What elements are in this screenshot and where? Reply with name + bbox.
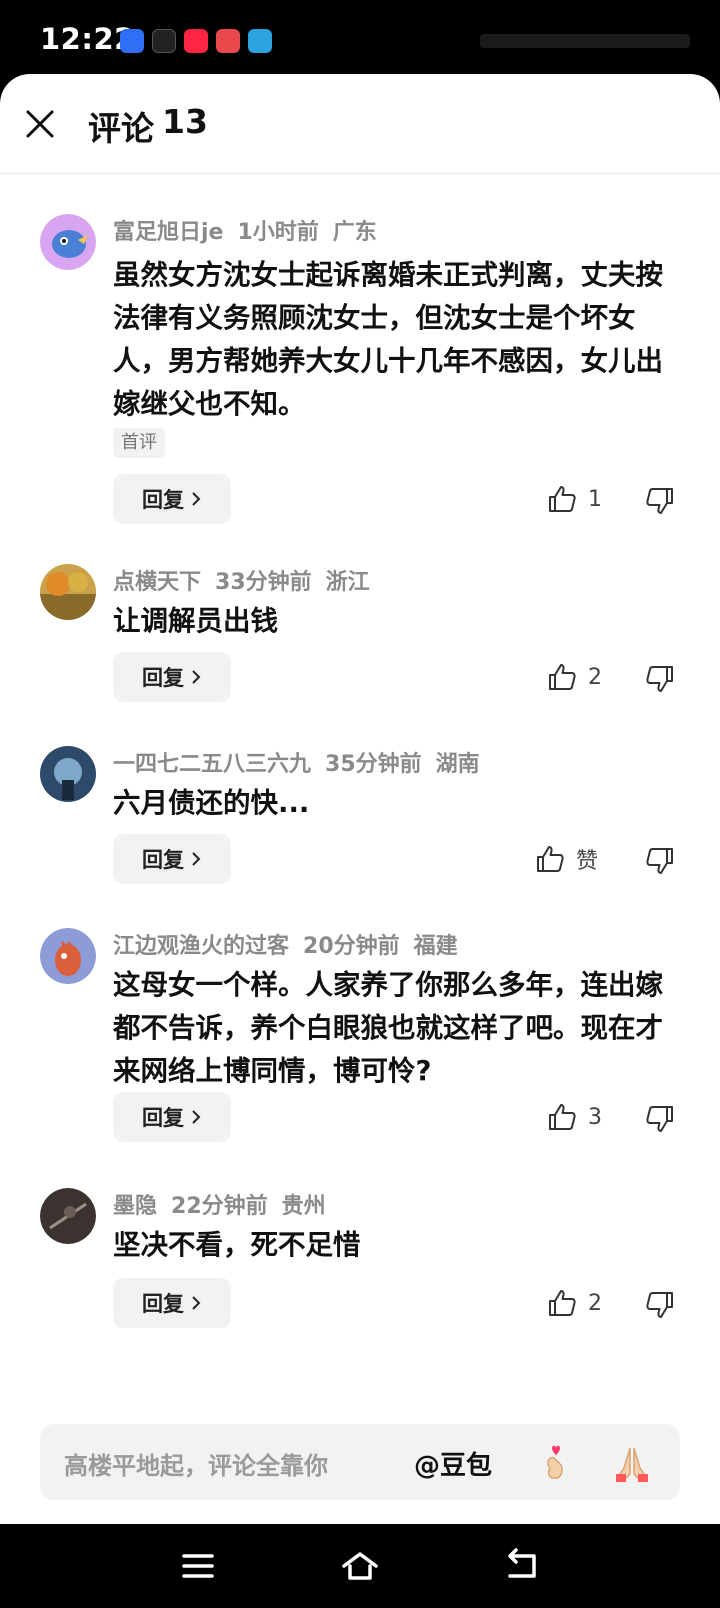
comment-username[interactable]: 江边观渔火的过客	[113, 934, 289, 959]
comment-location: 湖南	[435, 752, 480, 777]
comment-meta: 点横天下 33分钟前 浙江	[113, 564, 384, 596]
comment-time: 33分钟前	[215, 570, 312, 595]
praying-hands-emoji-icon[interactable]	[610, 1442, 654, 1484]
avatar[interactable]	[40, 214, 96, 270]
status-indicators	[480, 34, 690, 48]
reply-button[interactable]: 回复	[113, 1092, 231, 1142]
thumbs-up-icon	[549, 1290, 576, 1316]
system-nav-bar	[0, 1524, 720, 1608]
reply-button[interactable]: 回复	[113, 1278, 231, 1328]
thumbs-down-icon	[646, 666, 673, 692]
like-button[interactable]: 3	[546, 1101, 602, 1133]
comment-text: 虽然女方沈女士起诉离婚未正式判离，丈夫按法律有义务照顾沈女士，但沈女士是个坏女人…	[113, 259, 663, 420]
comment-username[interactable]: 一四七二五八三六九	[113, 752, 311, 777]
chevron-right-icon	[192, 492, 201, 506]
home-icon[interactable]	[340, 1548, 380, 1584]
mention-doubao-button[interactable]: @豆包	[414, 1445, 492, 1482]
like-count: 2	[588, 664, 602, 690]
thumbs-down-icon	[646, 1292, 673, 1318]
chevron-right-icon	[192, 852, 201, 866]
avatar[interactable]	[40, 928, 96, 984]
baidu-app-icon	[120, 29, 144, 53]
comment-username[interactable]: 富足旭日je	[113, 220, 223, 245]
comment-text: 这母女一个样。人家养了你那么多年，连出嫁都不告诉，养个白眼狼也就这样了吧。现在才…	[113, 969, 663, 1087]
comment-location: 浙江	[325, 570, 370, 595]
xiaohongshu-app-icon	[184, 29, 208, 53]
reply-button[interactable]: 回复	[113, 474, 231, 524]
dislike-button[interactable]	[644, 663, 676, 695]
comment-location: 广东	[332, 220, 377, 245]
page-title: 评论 13	[88, 102, 208, 150]
reply-label: 回复	[142, 848, 184, 872]
status-app-icons	[120, 29, 272, 53]
comment-meta: 墨隐 22分钟前 贵州	[113, 1188, 340, 1220]
status-bar: 12:22	[0, 0, 720, 84]
reply-label: 回复	[142, 1292, 184, 1316]
reply-label: 回复	[142, 488, 184, 512]
dislike-button[interactable]	[644, 845, 676, 877]
like-button[interactable]: 2	[546, 1287, 602, 1319]
comment-meta: 江边观渔火的过客 20分钟前 福建	[113, 928, 472, 960]
comment-time: 1小时前	[237, 220, 319, 245]
dislike-button[interactable]	[644, 485, 676, 517]
comment-location: 福建	[413, 934, 458, 959]
comment-input-placeholder: 高楼平地起，评论全靠你	[64, 1452, 328, 1480]
reply-button[interactable]: 回复	[113, 652, 231, 702]
close-icon[interactable]	[22, 106, 58, 142]
chevron-right-icon	[192, 1296, 201, 1310]
dislike-button[interactable]	[644, 1103, 676, 1135]
avatar[interactable]	[40, 1188, 96, 1244]
reply-label: 回复	[142, 666, 184, 690]
comment-input[interactable]: 高楼平地起，评论全靠你 @豆包	[40, 1424, 680, 1500]
thumbs-down-icon	[646, 488, 673, 514]
like-button[interactable]: 2	[546, 661, 602, 693]
page-title-label: 评论	[88, 109, 154, 148]
comment-text: 坚决不看，死不足惜	[113, 1229, 361, 1261]
comment-username[interactable]: 点横天下	[113, 570, 201, 595]
thumbs-up-icon	[549, 1104, 576, 1130]
like-button[interactable]: 赞	[534, 843, 598, 875]
telegram-app-icon	[248, 29, 272, 53]
comment-location: 贵州	[281, 1194, 326, 1219]
comment-time: 22分钟前	[171, 1194, 268, 1219]
comment-text: 让调解员出钱	[113, 605, 278, 637]
comment-list[interactable]: 富足旭日je 1小时前 广东 虽然女方沈女士起诉离婚未正式判离，丈夫按法律有义务照顾…	[0, 174, 720, 1480]
menu-icon[interactable]	[178, 1548, 218, 1584]
chevron-right-icon	[192, 670, 201, 684]
like-count: 3	[588, 1104, 602, 1130]
thumbs-down-icon	[646, 1106, 673, 1132]
comment-meta: 富足旭日je 1小时前 广东	[113, 214, 391, 246]
avatar[interactable]	[40, 564, 96, 620]
like-count: 2	[588, 1290, 602, 1316]
comment-time: 35分钟前	[325, 752, 422, 777]
thumbs-up-icon	[537, 846, 564, 872]
avatar[interactable]	[40, 746, 96, 802]
thumbs-down-icon	[646, 848, 673, 874]
comment-sheet: 评论 13 富足旭日je 1小时前 广东 虽然女方沈女士起诉离婚未正式判离，丈夫按法…	[0, 74, 720, 1524]
like-button[interactable]: 1	[546, 483, 602, 515]
sheet-header: 评论 13	[0, 74, 720, 174]
back-icon[interactable]	[502, 1548, 542, 1584]
game-app-icon	[216, 29, 240, 53]
comment-meta: 一四七二五八三六九 35分钟前 湖南	[113, 746, 494, 778]
finger-heart-emoji-icon[interactable]	[536, 1442, 578, 1484]
douyin-app-icon	[152, 29, 176, 53]
reply-button[interactable]: 回复	[113, 834, 231, 884]
thumbs-up-icon	[549, 664, 576, 690]
dislike-button[interactable]	[644, 1289, 676, 1321]
reply-label: 回复	[142, 1106, 184, 1130]
thumbs-up-icon	[549, 486, 576, 512]
like-count: 赞	[576, 849, 599, 874]
comment-text: 六月债还的快...	[113, 787, 310, 819]
comment-username[interactable]: 墨隐	[113, 1194, 157, 1219]
comment-count: 13	[162, 102, 208, 141]
first-comment-tag: 首评	[113, 428, 165, 458]
like-count: 1	[588, 486, 602, 512]
comment-time: 20分钟前	[303, 934, 400, 959]
chevron-right-icon	[192, 1110, 201, 1124]
